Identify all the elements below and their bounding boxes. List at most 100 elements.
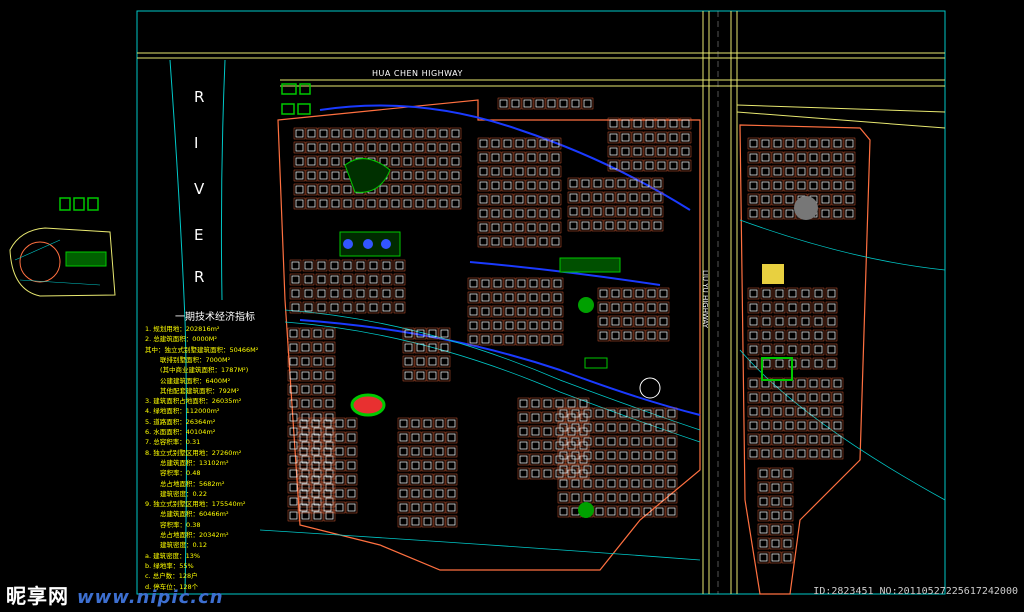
building-footprint [395,303,404,312]
lot-outline [389,183,402,196]
lot-outline [315,259,328,272]
building-footprint [788,317,797,326]
building-footprint [447,503,456,512]
building-footprint [845,153,854,162]
lot-outline [449,197,462,210]
lot-outline [449,127,462,140]
building-footprint [343,185,352,194]
building-footprint [469,307,478,316]
building-footprint [313,357,322,366]
round-tree-3 [639,377,661,399]
highway-top-label: HUA CHEN HIGHWAY [372,69,463,78]
building-footprint [771,483,780,492]
building-footprint [330,275,339,284]
lot-outline [299,369,312,382]
lot-outline [309,431,322,444]
building-footprint [631,451,640,460]
building-footprint [667,409,676,418]
building-footprint [759,525,768,534]
north-highway [137,52,946,129]
lot-outline [341,287,354,300]
lot-outline [449,183,462,196]
building-footprint [331,129,340,138]
lot-outline [437,169,450,182]
building-footprint [335,503,344,512]
building-footprint [289,511,298,520]
lot-outline [401,169,414,182]
building-footprint [356,303,365,312]
building-footprint [581,193,590,202]
building-footprint [331,157,340,166]
building-footprint [505,307,514,316]
building-footprint [527,195,536,204]
lot-outline [421,473,434,486]
lot-outline [377,197,390,210]
lot-outline [501,179,514,192]
building-footprint [583,493,592,502]
stat-row: 公建建筑面积：6400M² [160,376,231,385]
building-footprint [301,385,310,394]
lot-outline [389,127,402,140]
building-footprint [633,161,642,170]
building-footprint [569,207,578,216]
building-footprint [551,181,560,190]
building-footprint [645,147,654,156]
building-footprint [491,195,500,204]
building-footprint [801,317,810,326]
building-footprint [607,507,616,516]
building-footprint [775,359,784,368]
building-footprint [515,195,524,204]
lot-outline [341,273,354,286]
building-footprint [427,143,436,152]
lot-outline [489,151,502,164]
building-footprint [403,143,412,152]
stat-row: 5. 道路面积：26364m² [145,417,216,426]
building-footprint [775,317,784,326]
yellow-block [762,264,784,284]
building-footprint [659,289,668,298]
building-footprint [355,199,364,208]
building-footprint [469,293,478,302]
building-footprint [313,399,322,408]
lot-outline [367,301,380,314]
building-footprint [451,171,460,180]
building-footprint [643,437,652,446]
building-footprint [761,195,770,204]
lot-outline [311,439,324,452]
lot-outline [413,197,426,210]
building-footprint [569,179,578,188]
building-footprint [551,237,560,246]
building-footprint [655,479,664,488]
river-label-e: E [194,226,205,244]
lot-outline [409,417,422,430]
lot-outline [299,467,312,480]
lot-outline [413,155,426,168]
building-footprint [761,435,770,444]
building-footprint [317,261,326,270]
building-footprint [541,293,550,302]
building-footprint [749,379,758,388]
lot-outline [317,169,330,182]
building-footprint [553,307,562,316]
lot-outline [289,273,302,286]
green-rect-4 [297,103,311,115]
building-footprint [491,223,500,232]
lot-outline [467,333,480,346]
building-footprint [304,289,313,298]
building-footprint [821,181,830,190]
building-footprint [749,167,758,176]
building-footprint [773,379,782,388]
lot-outline [414,355,427,368]
building-footprint [343,289,352,298]
building-footprint [599,303,608,312]
building-footprint [645,133,654,142]
building-footprint [539,139,548,148]
lot-outline [367,259,380,272]
lot-outline [299,425,312,438]
lot-outline [477,207,490,220]
building-footprint [411,517,420,526]
building-footprint [319,199,328,208]
building-footprint [527,167,536,176]
building-footprint [403,157,412,166]
building-footprint [367,143,376,152]
